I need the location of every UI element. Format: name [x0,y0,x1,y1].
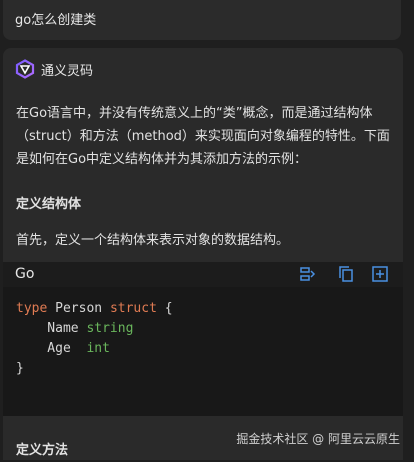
code-text: } [16,361,24,376]
tongyi-logo-icon [15,59,35,79]
assistant-reply: 通义灵码 在Go语言中，并没有传统意义上的“类”概念，而是通过结构体（struc… [3,48,403,460]
watermark: 掘金技术社区 @ 阿里云云原生 [236,432,400,446]
new-file-icon[interactable] [371,265,389,283]
code-identifier: Person [47,301,110,316]
insert-code-icon[interactable] [299,265,317,283]
code-block: Go type Person struct { Name string Age … [3,262,403,416]
code-field: Age [16,341,87,356]
assistant-name: 通义灵码 [41,63,94,79]
struct-description: 首先，定义一个结构体来表示对象的数据结构。 [16,233,290,248]
code-toolbar: Go [3,262,403,287]
user-message: go怎么创建类 [3,0,401,40]
code-keyword: type [16,301,48,316]
code-type: string [86,321,134,336]
user-message-text: go怎么创建类 [15,13,97,28]
code-type: int [86,341,110,356]
heading-define-struct: 定义结构体 [16,197,82,212]
intro-paragraph: 在Go语言中，并没有传统意义上的“类”概念，而是通过结构体（struct）和方法… [16,106,390,167]
assistant-header: 通义灵码 [15,58,93,80]
copy-icon[interactable] [337,265,355,283]
code-keyword: struct [109,301,157,316]
code-text: { [156,301,173,316]
code-field: Name [16,321,87,336]
code-language: Go [15,266,35,282]
code-content: type Person struct { Name string Age int… [16,299,173,379]
